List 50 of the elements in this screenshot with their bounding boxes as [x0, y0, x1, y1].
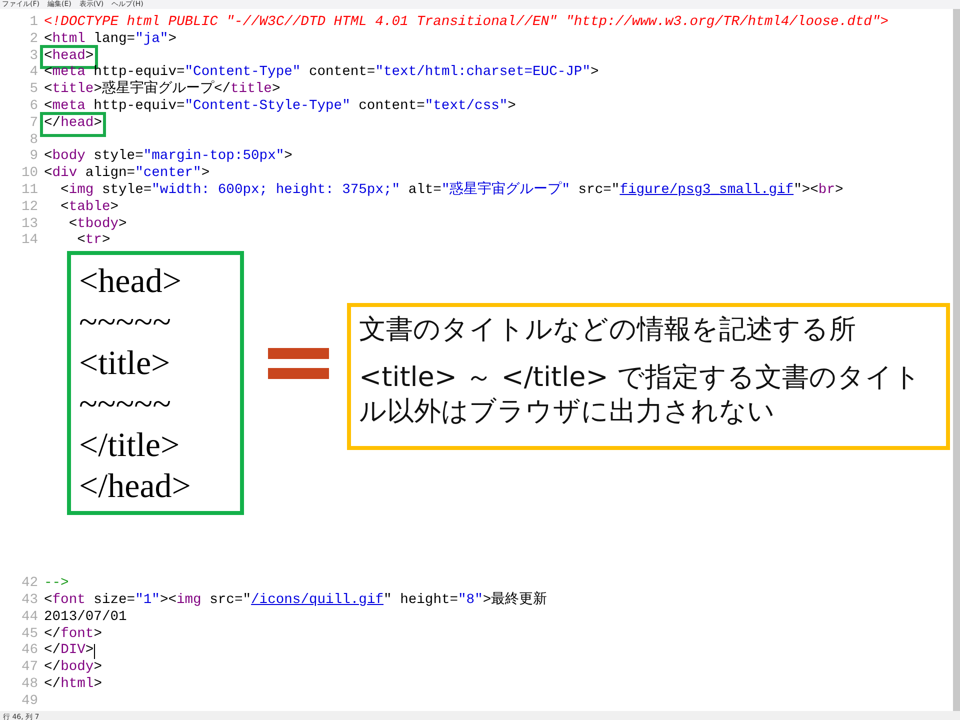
line-number: 9: [28, 149, 39, 166]
code-line: <tr>: [76, 233, 110, 250]
code-line: <!DOCTYPE html PUBLIC "-//W3C//DTD HTML 4.01 Transitional//EN" "http://www.w3.org/TR/html4/loose.dtd">: [44, 15, 889, 32]
line-number: 48: [20, 676, 39, 694]
code-line: <table>: [60, 200, 119, 217]
scrollbar[interactable]: [953, 9, 960, 711]
line-number: 42: [20, 576, 39, 593]
code-example-line: </title>: [79, 426, 181, 466]
note-text: 文書のタイトルなどの情報を記述する所: [359, 313, 857, 348]
line-number: 14: [20, 233, 39, 250]
code-line: <tbody>: [68, 216, 127, 234]
line-number: 45: [20, 626, 39, 644]
code-example-line: <head>: [79, 262, 183, 302]
line-number: 47: [20, 660, 39, 677]
line-number: 12: [20, 200, 39, 217]
code-line: <html lang="ja">: [44, 32, 176, 49]
note-text: <title> ～ </title> で指定する文書のタイトル以外はブラウザに出力されない: [359, 361, 922, 430]
code-line: </html>: [44, 676, 102, 694]
line-number: 46: [20, 643, 39, 660]
line-number: 8: [28, 132, 39, 150]
code-example-line: ~~~~~: [79, 385, 172, 426]
code-line: -->: [44, 576, 69, 593]
code-line: <img style="width: 600px; height: 375px;" alt="惑星宇宙グループ" src="figure/psg3_small.gif"><br>: [60, 182, 844, 200]
line-number: 13: [20, 216, 39, 234]
line-number: 3: [28, 48, 39, 66]
line-number: 4: [28, 65, 39, 82]
code-example-line: </head>: [79, 467, 192, 508]
code-line: <div align="center">: [44, 166, 210, 183]
code-line: <font size="1"><img src="/icons/quill.gif" height="8">最終更新: [44, 592, 548, 610]
code-example-line: ~~~~~: [79, 303, 172, 344]
line-number: 11: [20, 182, 39, 200]
code-line: </body>: [44, 660, 102, 677]
line-number: 1: [28, 15, 39, 32]
code-line: 2013/07/01: [44, 610, 127, 627]
equals-sign: [268, 348, 329, 380]
line-number: 49: [20, 694, 39, 711]
line-number: 5: [28, 82, 39, 99]
line-number: 7: [28, 116, 39, 133]
line-number: 2: [28, 32, 39, 49]
code-line: <meta http-equiv="Content-Style-Type" content="text/css">: [44, 98, 516, 116]
code-line: <meta http-equiv="Content-Type" content="text/html:charset=EUC-JP">: [44, 65, 599, 80]
code-example-line: <title>: [79, 344, 172, 384]
code-line: </font>: [44, 626, 102, 643]
code-line: <title>惑星宇宙グループ</title>: [44, 82, 280, 99]
line-number: 43: [20, 592, 39, 610]
line-number: 10: [20, 166, 39, 183]
line-number: 6: [28, 98, 39, 116]
code-line: </DIV>: [44, 643, 94, 660]
code-line: <body style="margin-top:50px">: [44, 149, 292, 166]
line-number: 44: [20, 610, 39, 627]
